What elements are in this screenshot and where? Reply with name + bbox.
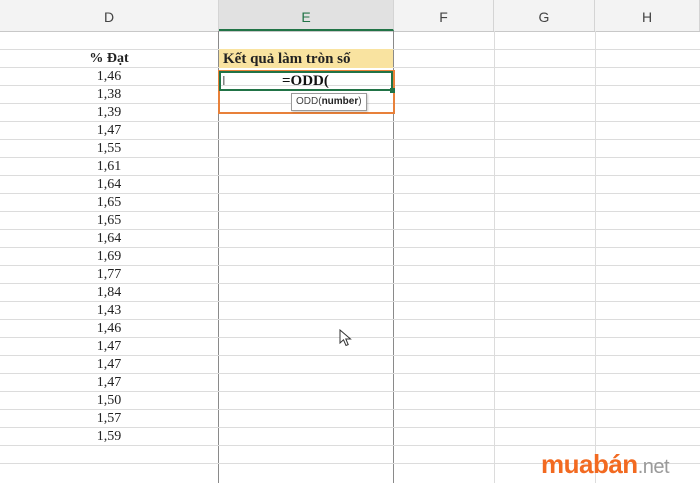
cell-d-value[interactable]: 1,43: [0, 302, 218, 320]
column-header-g[interactable]: G: [494, 0, 595, 31]
cell-d-value[interactable]: 1,46: [0, 320, 218, 338]
cell-d-value[interactable]: 1,59: [0, 428, 218, 446]
cell-d-header[interactable]: % Đạt: [0, 50, 218, 68]
column-header-e[interactable]: E: [219, 0, 394, 31]
column-header-f[interactable]: F: [394, 0, 494, 31]
cell-d-value[interactable]: 1,47: [0, 374, 218, 392]
formula-input[interactable]: =ODD(: [282, 71, 329, 91]
brand-watermark: muabán.net: [541, 449, 670, 482]
cell-d-value[interactable]: 1,38: [0, 86, 218, 104]
cell-d-value[interactable]: 1,84: [0, 284, 218, 302]
cell-d-value[interactable]: 1,47: [0, 338, 218, 356]
cell-d-value[interactable]: 1,39: [0, 104, 218, 122]
tooltip-argument[interactable]: number: [322, 96, 359, 107]
cell-d-value[interactable]: 1,64: [0, 176, 218, 194]
text-cursor-icon: I: [222, 73, 226, 88]
brand-name: muabán: [541, 449, 638, 479]
cell-d-value[interactable]: 1,47: [0, 356, 218, 374]
cell-d-value[interactable]: 1,64: [0, 230, 218, 248]
cell-d-value[interactable]: 1,46: [0, 68, 218, 86]
tooltip-close-paren: ): [358, 96, 362, 107]
cell-d-value[interactable]: 1,69: [0, 248, 218, 266]
tooltip-function-name: ODD(: [296, 96, 322, 107]
cell-d-value[interactable]: 1,47: [0, 122, 218, 140]
grid-line: [494, 31, 495, 483]
cell-d-value[interactable]: 1,77: [0, 266, 218, 284]
fill-handle[interactable]: [390, 88, 395, 93]
column-header-d[interactable]: D: [0, 0, 219, 31]
cell-d-value[interactable]: 1,65: [0, 194, 218, 212]
cell-d-value[interactable]: 1,50: [0, 392, 218, 410]
function-tooltip[interactable]: ODD(number): [291, 93, 367, 111]
column-header-bar: D E F G H: [0, 0, 700, 32]
cell-d-value[interactable]: 1,57: [0, 410, 218, 428]
mouse-pointer-icon: [339, 329, 352, 347]
brand-suffix: .net: [637, 456, 670, 478]
grid-line: [595, 31, 596, 483]
cell-d-value[interactable]: 1,55: [0, 140, 218, 158]
cell-d-value[interactable]: 1,65: [0, 212, 218, 230]
cell-d-value[interactable]: 1,61: [0, 158, 218, 176]
cell-e-header[interactable]: Kết quả làm tròn số: [219, 49, 393, 68]
column-header-h[interactable]: H: [595, 0, 700, 31]
